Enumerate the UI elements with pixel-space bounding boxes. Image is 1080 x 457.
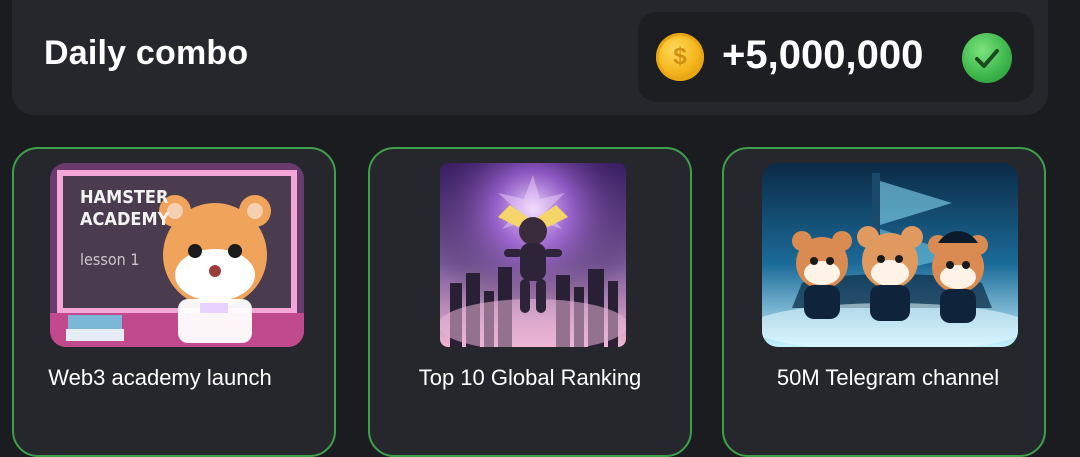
daily-combo-title: Daily combo: [44, 34, 249, 72]
hamster-text-line3: lesson 1: [80, 250, 140, 269]
hamster-text-line1: HAMSTER: [80, 187, 169, 208]
hamster-text-line2: ACADEMY: [80, 209, 170, 230]
card-label-top10: Top 10 Global Ranking: [418, 365, 642, 390]
reward-amount: +5,000,000: [722, 33, 924, 77]
coin-icon: $: [656, 33, 704, 81]
combo-card-web3-academy[interactable]: HAMSTER ACADEMY lesson 1 Web3 academy la…: [12, 147, 336, 457]
combo-card-50m-telegram[interactable]: 50M Telegram channel: [722, 147, 1046, 457]
hamster-academy-text: HAMSTER ACADEMY lesson 1: [80, 187, 169, 271]
card-image-hamster-pirates: [762, 163, 1018, 347]
card-image-flying-hero: [440, 163, 626, 347]
card-label-web3-academy: Web3 academy launch: [48, 365, 272, 390]
card-image-hamster-academy: HAMSTER ACADEMY lesson 1: [50, 163, 304, 347]
card-label-50m-telegram: 50M Telegram channel: [776, 365, 1000, 390]
combo-card-top10-global-ranking[interactable]: Top 10 Global Ranking: [368, 147, 692, 457]
check-circle-icon: [962, 33, 1012, 83]
coin-glyph: $: [673, 43, 687, 70]
